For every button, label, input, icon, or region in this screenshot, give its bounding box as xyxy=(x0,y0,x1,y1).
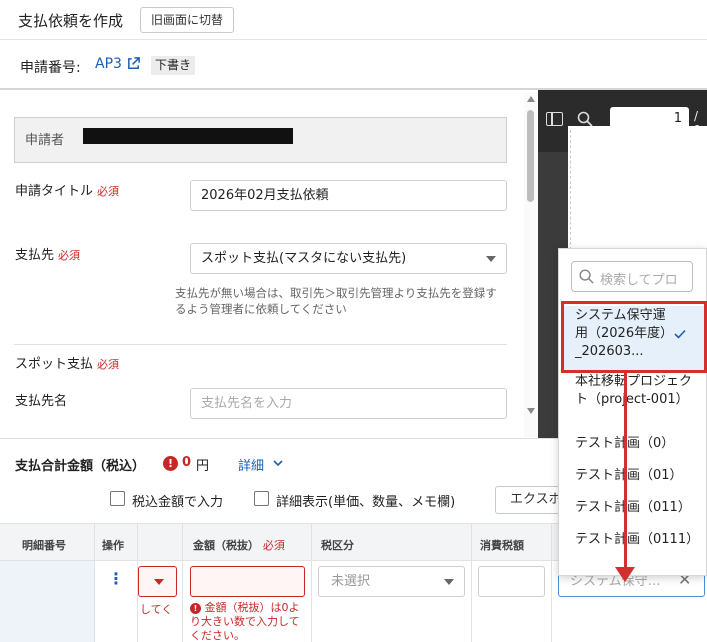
detail-toggle-link[interactable]: 詳細 xyxy=(238,455,264,474)
total-amount-label: 支払合計金額（税込） xyxy=(15,459,146,474)
chevron-down-icon xyxy=(486,256,496,262)
annotation-arrow-head xyxy=(615,567,635,582)
tax-category-select[interactable]: 未選択 xyxy=(318,566,465,597)
payment-request-screen: 支払依頼を作成 旧画面に切替 申請番号: AP3 下書き 申請者 申請タイトル必… xyxy=(0,0,707,642)
column-tax-category: 税区分 xyxy=(321,539,354,552)
chevron-down-icon xyxy=(154,579,164,585)
column-consumption-tax: 消費税額 xyxy=(480,539,524,552)
required-mark: 必須 xyxy=(97,185,120,198)
amount-error-text: ! 金額（税抜）は0より大きい数で入力してください。 xyxy=(190,601,308,642)
error-icon: ! xyxy=(190,603,201,614)
annotation-highlight-box xyxy=(561,301,707,373)
spot-payment-label-text: スポット支払 xyxy=(15,357,94,372)
column-divider xyxy=(551,523,552,642)
payee-name-placeholder: 支払先名を入力 xyxy=(201,396,293,411)
detail-display-label: 詳細表示(単価、数量、メモ欄) xyxy=(276,495,456,510)
payee-select-value: スポット支払(マスタにない支払先) xyxy=(201,251,407,266)
applicant-label: 申請者 xyxy=(25,133,65,148)
row-menu-icon[interactable]: ⋮ xyxy=(108,569,124,588)
payee-select[interactable]: スポット支払(マスタにない支払先) xyxy=(190,243,507,274)
required-mark: 必須 xyxy=(58,249,81,262)
payee-name-input[interactable]: 支払先名を入力 xyxy=(190,388,507,419)
title-input[interactable]: 2026年02月支払依頼 xyxy=(190,180,507,211)
column-line-number: 明細番号 xyxy=(22,539,66,552)
error-icon: ! xyxy=(163,456,178,471)
table-row-number-cell xyxy=(0,561,94,642)
switch-old-screen-button[interactable]: 旧画面に切替 xyxy=(140,7,235,33)
scroll-down-icon[interactable] xyxy=(527,408,535,414)
chevron-down-icon[interactable] xyxy=(272,457,284,469)
column-operation: 操作 xyxy=(102,539,124,552)
currency-unit: 円 xyxy=(196,459,210,474)
dropdown-item[interactable]: テスト計画（011） xyxy=(575,499,695,517)
external-link-icon[interactable] xyxy=(126,56,141,71)
dropdown-search-placeholder: 検索してプロ xyxy=(600,273,678,288)
applicant-field: 申請者 xyxy=(14,117,507,163)
dropdown-item[interactable]: テスト計画（0111） xyxy=(575,531,699,549)
account-error-text: してく xyxy=(140,603,173,616)
search-icon xyxy=(579,269,594,284)
dropdown-item[interactable]: 本社移転プロジェクト（project-001） xyxy=(575,373,695,409)
column-amount: 金額（税抜） 必須 xyxy=(193,537,285,553)
tax-included-checkbox[interactable] xyxy=(110,491,125,506)
amount-error-message: 金額（税抜）は0より大きい数で入力してください。 xyxy=(190,601,300,642)
column-divider xyxy=(471,523,472,642)
dropdown-item[interactable]: テスト計画（0） xyxy=(575,435,695,453)
divider xyxy=(14,344,507,345)
application-number-label: 申請番号: xyxy=(20,60,81,76)
total-amount-value: 0 xyxy=(182,455,192,470)
required-mark: 必須 xyxy=(97,358,120,371)
column-divider xyxy=(311,523,312,642)
page-title: 支払依頼を作成 xyxy=(18,12,124,30)
spot-payment-label: スポット支払 必須 xyxy=(15,353,119,372)
dropdown-search-input[interactable]: 検索してプロ xyxy=(571,261,693,292)
payee-label: 支払先 必須 xyxy=(15,244,80,263)
column-divider xyxy=(94,523,95,642)
pdf-page-guide xyxy=(570,130,571,250)
annotation-arrow-line xyxy=(624,373,627,569)
account-select[interactable] xyxy=(138,566,177,597)
sidebar-toggle-icon[interactable] xyxy=(546,112,563,126)
redacted-applicant-name xyxy=(83,128,293,144)
application-number-link[interactable]: AP3 xyxy=(95,56,122,72)
request-form: 申請者 申請タイトル 必須 2026年02月支払依頼 支払先 必須 スポット支払(マ… xyxy=(0,92,538,438)
tax-category-placeholder: 未選択 xyxy=(331,574,371,589)
chevron-down-icon xyxy=(444,579,454,585)
application-bar: 申請番号: AP3 下書き xyxy=(0,40,707,90)
payee-help-text: 支払先が無い場合は、取引先＞取引先管理より支払先を登録するよう管理者に依頼してく… xyxy=(175,286,497,316)
scroll-up-icon[interactable] xyxy=(527,96,535,102)
top-bar: 支払依頼を作成 旧画面に切替 xyxy=(0,0,707,40)
amount-input[interactable] xyxy=(190,566,305,597)
scrollbar-thumb[interactable] xyxy=(527,110,534,202)
dropdown-item[interactable]: テスト計画（01） xyxy=(575,467,695,485)
detail-display-checkbox[interactable] xyxy=(254,491,269,506)
consumption-tax-input[interactable] xyxy=(478,566,545,597)
project-dropdown: 検索してプロ システム保守運用（2026年度）_202603... 本社移転プロ… xyxy=(558,248,707,576)
tax-included-label: 税込金額で入力 xyxy=(132,495,224,510)
status-badge: 下書き xyxy=(151,56,196,75)
column-divider xyxy=(182,523,183,642)
payee-name-label: 支払先名 xyxy=(15,394,68,409)
title-label-text: 申請タイトル xyxy=(15,184,94,199)
payee-label-text: 支払先 xyxy=(15,248,55,263)
title-label: 申請タイトル 必須 xyxy=(15,180,119,199)
required-mark: 必須 xyxy=(262,539,285,552)
column-amount-text: 金額（税抜） xyxy=(193,539,259,552)
